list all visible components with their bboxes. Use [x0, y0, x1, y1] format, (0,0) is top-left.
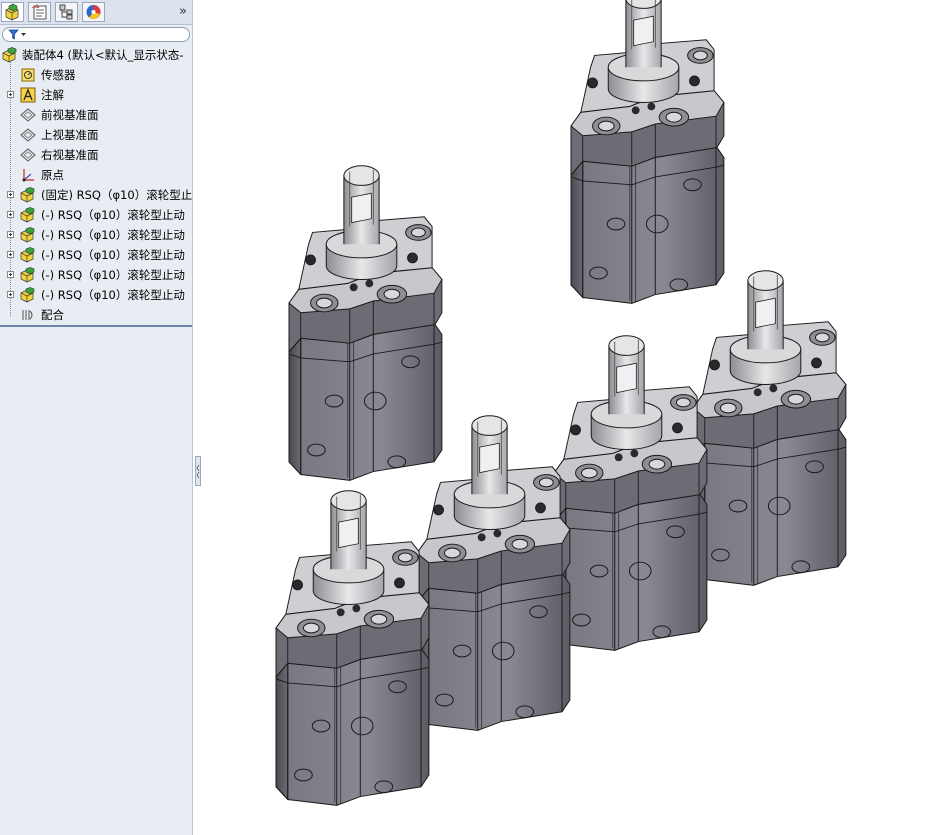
cylinder-part-2[interactable]	[288, 165, 443, 481]
sensor-icon	[21, 68, 35, 82]
expand-toggle-icon[interactable]	[7, 291, 14, 298]
plane-icon	[20, 128, 36, 142]
appearance-icon	[86, 5, 101, 19]
cylinder-part-6[interactable]	[275, 490, 430, 806]
tree-item[interactable]: (-) RSQ（φ10）滚轮型止动	[0, 265, 192, 285]
expand-toggle-icon[interactable]	[7, 251, 14, 258]
tree-item-label: 传感器	[41, 68, 76, 82]
tree-item-label: (-) RSQ（φ10）滚轮型止动	[41, 288, 185, 302]
cylinder-part-4[interactable]	[553, 335, 708, 651]
part-icon	[20, 207, 35, 223]
tab-propertymanager[interactable]	[28, 2, 51, 22]
more-tabs-button[interactable]: »	[176, 3, 190, 21]
graphics-area-3d-view[interactable]	[201, 0, 941, 835]
part-icon	[20, 247, 35, 263]
cylinder-part-3[interactable]	[692, 270, 847, 586]
annotation-icon	[20, 87, 36, 103]
tree-item-label: (固定) RSQ（φ10）滚轮型止	[41, 188, 192, 202]
tree-item[interactable]: 右视基准面	[0, 145, 192, 165]
collapse-arrow-icon	[196, 464, 200, 479]
tree-item[interactable]: 配合	[0, 305, 192, 325]
tree-item[interactable]: (-) RSQ（φ10）滚轮型止动	[0, 245, 192, 265]
mates-icon	[22, 310, 33, 320]
tree-item-label: (-) RSQ（φ10）滚轮型止动	[41, 268, 185, 282]
tree-item-label: 前视基准面	[41, 108, 99, 122]
part-icon	[20, 227, 35, 243]
tree-root-label: 装配体4 (默认<默认_显示状态-	[22, 48, 184, 62]
origin-icon	[22, 169, 34, 182]
expand-toggle-icon[interactable]	[7, 231, 14, 238]
tree-item[interactable]: 注解	[0, 85, 192, 105]
part-icon	[20, 287, 35, 303]
tree-item[interactable]: (-) RSQ（φ10）滚轮型止动	[0, 225, 192, 245]
expand-toggle-icon[interactable]	[7, 191, 14, 198]
property-icon	[31, 4, 47, 20]
configuration-icon	[59, 4, 73, 20]
tree-item[interactable]: (固定) RSQ（φ10）滚轮型止	[0, 185, 192, 205]
panel-tab-bar: »	[0, 0, 192, 25]
expand-toggle-icon[interactable]	[7, 91, 14, 98]
part-icon	[20, 187, 35, 203]
tree-filter[interactable]	[2, 27, 190, 42]
cylinder-part-5[interactable]	[416, 415, 571, 731]
part-icon	[20, 267, 35, 283]
tree-item-label: 上视基准面	[41, 128, 99, 142]
filter-icon	[8, 29, 26, 40]
tree-root-assembly[interactable]: 装配体4 (默认<默认_显示状态-	[0, 45, 192, 65]
tab-configurationmanager[interactable]	[55, 2, 78, 22]
tree-item-label: 注解	[41, 88, 64, 102]
plane-icon	[20, 148, 36, 162]
tree-item-label: (-) RSQ（φ10）滚轮型止动	[41, 208, 185, 222]
tree-item[interactable]: (-) RSQ（φ10）滚轮型止动	[0, 285, 192, 305]
panel-divider	[0, 325, 192, 327]
tree-item[interactable]: 前视基准面	[0, 105, 192, 125]
tree-item-label: 配合	[41, 308, 64, 322]
tree-item[interactable]: 传感器	[0, 65, 192, 85]
expand-toggle-icon[interactable]	[7, 271, 14, 278]
tree-item-label: (-) RSQ（φ10）滚轮型止动	[41, 228, 185, 242]
tree-item[interactable]: (-) RSQ（φ10）滚轮型止动	[0, 205, 192, 225]
assembly-icon	[2, 47, 17, 63]
feature-manager-panel: » 装配体4 (默认<默认_显示状态- 传感器注解前视基准面上视基准面右视基准面…	[0, 0, 193, 835]
tab-displaymanager[interactable]	[82, 2, 105, 22]
assembly-icon	[5, 3, 19, 21]
cylinder-part-1[interactable]	[570, 0, 725, 304]
plane-icon	[20, 108, 36, 122]
expand-toggle-icon[interactable]	[7, 211, 14, 218]
tree-item[interactable]: 上视基准面	[0, 125, 192, 145]
tree-item-label: 右视基准面	[41, 148, 99, 162]
tab-featuremanager[interactable]	[1, 2, 24, 22]
tree-item[interactable]: 原点	[0, 165, 192, 185]
tree-item-label: (-) RSQ（φ10）滚轮型止动	[41, 248, 185, 262]
tree-item-label: 原点	[41, 168, 64, 182]
